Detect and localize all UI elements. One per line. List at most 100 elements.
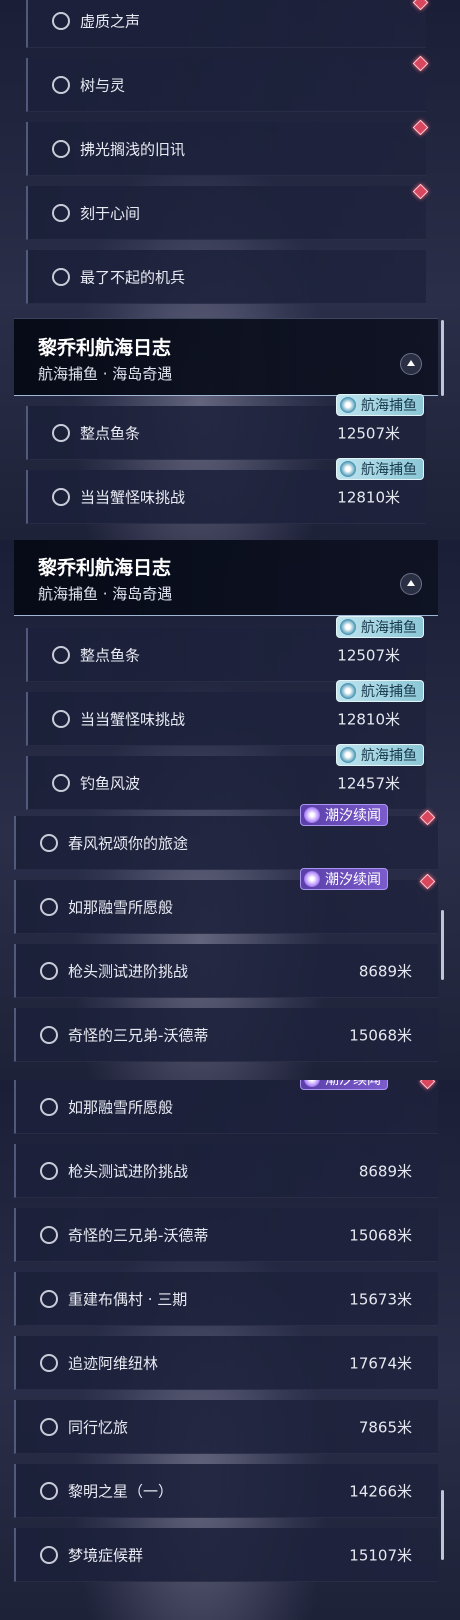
circle-outline-icon: [40, 1417, 58, 1436]
quest-group-header[interactable]: 黎乔利航海日志 航海捕鱼 · 海岛奇遇: [14, 318, 438, 396]
quest-name: 如那融雪所愿般: [68, 898, 174, 916]
quest-row[interactable]: 当当蟹怪味挑战 12810米 航海捕鱼: [26, 680, 426, 746]
quest-name: 最了不起的机兵: [80, 268, 186, 286]
circle-outline-icon: [40, 897, 58, 916]
quest-row[interactable]: 春风祝颂你的旅途 潮汐续闻: [14, 804, 438, 870]
circle-outline-icon: [52, 75, 70, 94]
quest-row[interactable]: 黎明之星（一） 14266米: [14, 1464, 438, 1518]
quest-name: 拂光搁浅的旧讯: [80, 140, 186, 158]
quest-row[interactable]: 梦境症候群 15107米: [14, 1528, 438, 1582]
quest-row[interactable]: 拂光搁浅的旧讯: [26, 122, 426, 176]
chevron-up-icon[interactable]: [400, 353, 422, 375]
quest-row[interactable]: 钓鱼风波 12457米 航海捕鱼: [26, 744, 426, 810]
quest-row[interactable]: 如那融雪所愿般 潮汐续闻: [14, 868, 438, 934]
circle-outline-icon: [40, 1545, 58, 1564]
quest-row[interactable]: 重建布偶村 · 三期 15673米: [14, 1272, 438, 1326]
quest-distance: 15068米: [349, 1026, 412, 1044]
tag-label: 航海捕鱼: [361, 748, 417, 764]
circle-outline-icon: [52, 645, 70, 664]
quest-list-panel-2: 黎乔利航海日志 航海捕鱼 · 海岛奇遇 整点鱼条 12507米 航海捕鱼 当当蟹…: [0, 540, 460, 1080]
circle-outline-icon: [52, 203, 70, 222]
circle-outline-icon: [52, 709, 70, 728]
circle-outline-icon: [40, 1161, 58, 1180]
circle-outline-icon: [40, 1481, 58, 1500]
tag-label: 航海捕鱼: [361, 462, 417, 478]
scrollbar-thumb[interactable]: [441, 320, 444, 396]
quest-distance: 12457米: [337, 774, 400, 792]
quest-name: 奇怪的三兄弟-沃德蒂: [68, 1226, 209, 1244]
quest-name: 虚质之声: [80, 12, 141, 30]
quest-row[interactable]: 最了不起的机兵: [26, 250, 426, 304]
quest-row[interactable]: 树与灵: [26, 58, 426, 112]
fishing-tag-badge: 航海捕鱼: [336, 458, 424, 480]
quest-name: 枪头测试进阶挑战: [68, 962, 189, 980]
quest-row[interactable]: 枪头测试进阶挑战 8689米: [14, 1144, 438, 1198]
group-subtitle: 航海捕鱼 · 海岛奇遇: [38, 365, 173, 383]
quest-row[interactable]: 追迹阿维纽林 17674米: [14, 1336, 438, 1390]
chevron-up-icon[interactable]: [400, 573, 422, 595]
circle-outline-icon: [52, 487, 70, 506]
tag-label: 潮汐续闻: [325, 808, 381, 824]
tide-emblem-icon: [304, 807, 320, 823]
circle-outline-icon: [40, 833, 58, 852]
circle-outline-icon: [52, 11, 70, 30]
quest-row[interactable]: 虚质之声: [26, 0, 426, 48]
group-subtitle: 航海捕鱼 · 海岛奇遇: [38, 585, 173, 603]
quest-distance: 12810米: [337, 710, 400, 728]
circle-outline-icon: [52, 139, 70, 158]
circle-outline-icon: [40, 1289, 58, 1308]
fishing-tag-badge: 航海捕鱼: [336, 744, 424, 766]
quest-row[interactable]: 刻于心间: [26, 186, 426, 240]
quest-name: 同行忆旅: [68, 1418, 129, 1436]
quest-name: 整点鱼条: [80, 646, 141, 664]
tag-label: 航海捕鱼: [361, 684, 417, 700]
tide-tag-badge: 潮汐续闻: [300, 1080, 388, 1090]
tide-tag-badge: 潮汐续闻: [300, 868, 388, 890]
scrollbar-thumb[interactable]: [441, 910, 444, 980]
quest-row[interactable]: 整点鱼条 12507米 航海捕鱼: [26, 616, 426, 682]
tag-label: 潮汐续闻: [325, 872, 381, 888]
group-title: 黎乔利航海日志: [38, 337, 172, 359]
tag-label: 航海捕鱼: [361, 620, 417, 636]
quest-name: 黎明之星（一）: [68, 1482, 174, 1500]
fishing-tag-badge: 航海捕鱼: [336, 680, 424, 702]
quest-distance: 14266米: [349, 1482, 412, 1500]
quest-row[interactable]: 奇怪的三兄弟-沃德蒂 15068米: [14, 1008, 438, 1062]
quest-row[interactable]: 当当蟹怪味挑战 12810米 航海捕鱼: [26, 458, 426, 524]
quest-name: 梦境症候群: [68, 1546, 144, 1564]
tide-emblem-icon: [304, 1080, 320, 1087]
circle-outline-icon: [52, 423, 70, 442]
quest-distance: 15107米: [349, 1546, 412, 1564]
scrollbar-thumb[interactable]: [441, 1490, 444, 1560]
quest-name: 整点鱼条: [80, 424, 141, 442]
quest-group-header[interactable]: 黎乔利航海日志 航海捕鱼 · 海岛奇遇: [14, 540, 438, 616]
quest-row[interactable]: 同行忆旅 7865米: [14, 1400, 438, 1454]
quest-name: 春风祝颂你的旅途: [68, 834, 189, 852]
quest-name: 当当蟹怪味挑战: [80, 710, 186, 728]
quest-list-panel-3: 如那融雪所愿般 潮汐续闻 枪头测试进阶挑战 8689米 奇怪的三兄弟-沃德蒂 1…: [0, 1080, 460, 1620]
quest-distance: 17674米: [349, 1354, 412, 1372]
quest-name: 如那融雪所愿般: [68, 1098, 174, 1116]
quest-row[interactable]: 整点鱼条 12507米 航海捕鱼: [26, 394, 426, 460]
quest-distance: 8689米: [358, 1162, 412, 1180]
quest-name: 树与灵: [80, 76, 126, 94]
quest-distance: 12507米: [337, 424, 400, 442]
fishing-emblem-icon: [340, 747, 356, 763]
fishing-tag-badge: 航海捕鱼: [336, 394, 424, 416]
quest-name: 追迹阿维纽林: [68, 1354, 159, 1372]
tide-emblem-icon: [304, 871, 320, 887]
circle-outline-icon: [40, 1225, 58, 1244]
fishing-emblem-icon: [340, 683, 356, 699]
circle-outline-icon: [40, 961, 58, 980]
circle-outline-icon: [40, 1097, 58, 1116]
tag-label: 航海捕鱼: [361, 398, 417, 414]
quest-row[interactable]: 枪头测试进阶挑战 8689米: [14, 944, 438, 998]
tide-tag-badge: 潮汐续闻: [300, 804, 388, 826]
quest-row[interactable]: 如那融雪所愿般 潮汐续闻: [14, 1080, 438, 1134]
circle-outline-icon: [52, 773, 70, 792]
quest-distance: 12507米: [337, 646, 400, 664]
quest-name: 重建布偶村 · 三期: [68, 1290, 188, 1308]
fishing-emblem-icon: [340, 461, 356, 477]
quest-row[interactable]: 奇怪的三兄弟-沃德蒂 15068米: [14, 1208, 438, 1262]
circle-outline-icon: [40, 1025, 58, 1044]
